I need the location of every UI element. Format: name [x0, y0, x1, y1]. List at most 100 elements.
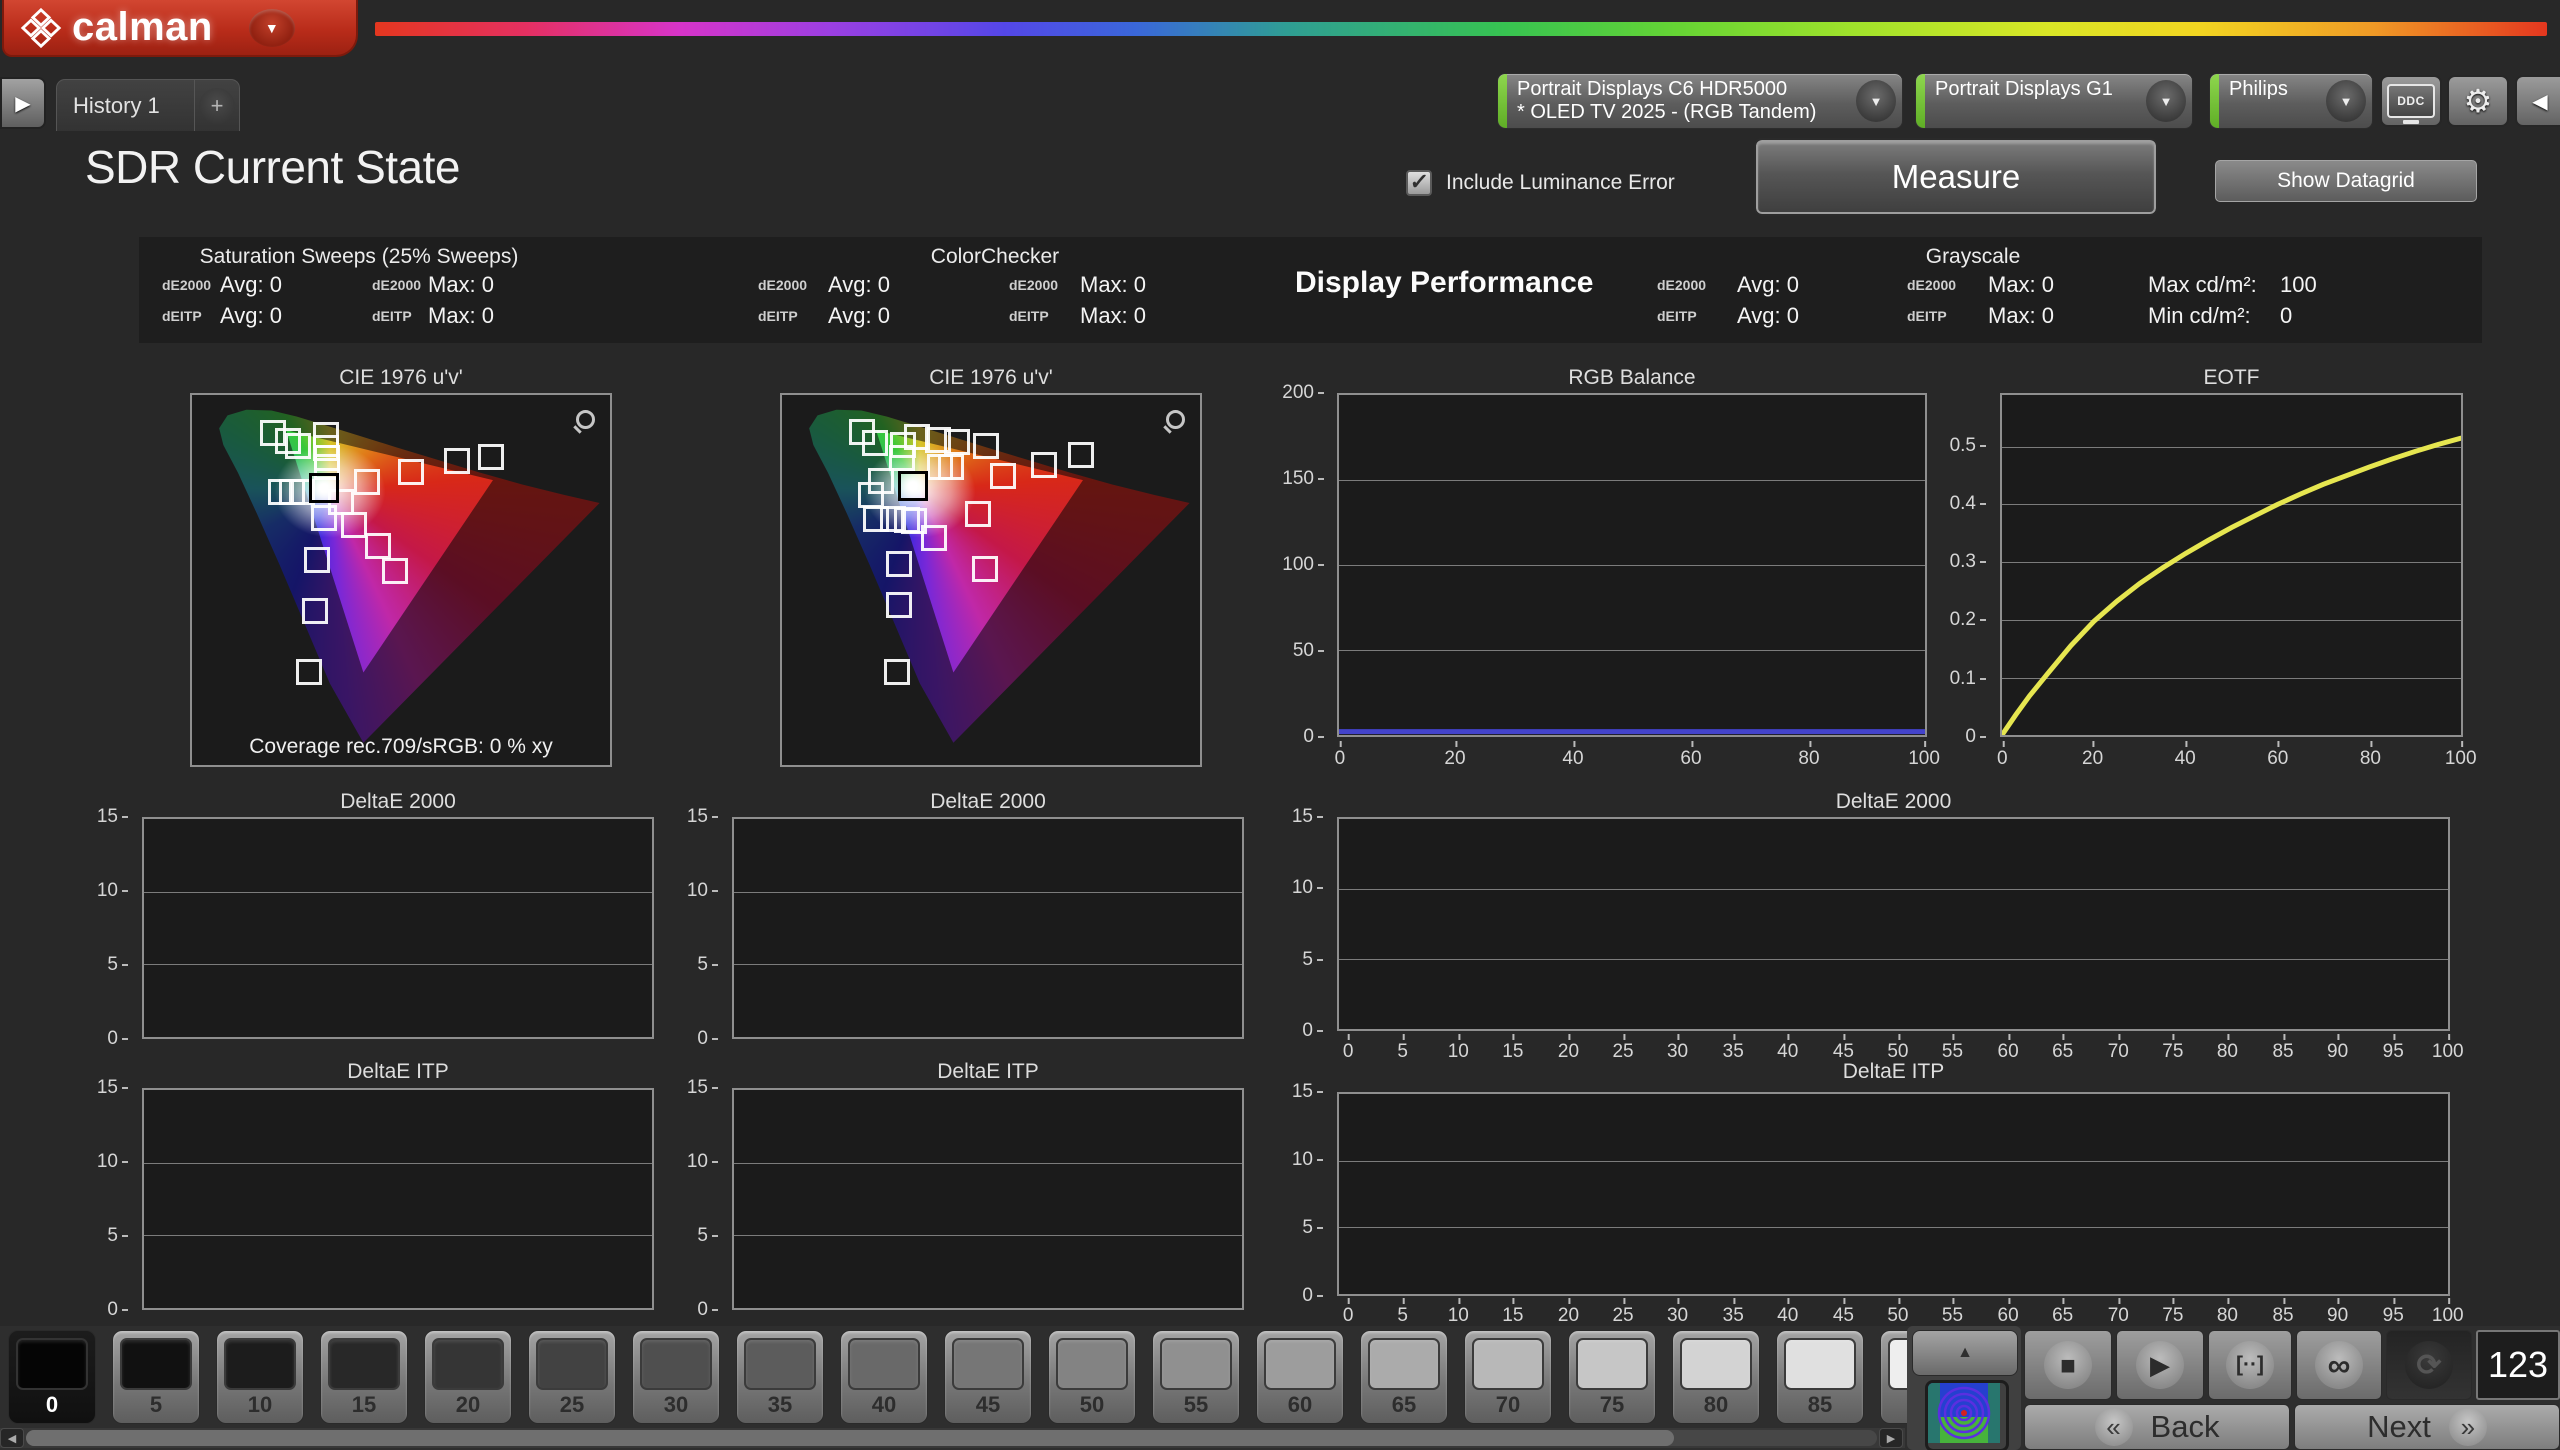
color-target-marker: [921, 525, 947, 551]
step-label: 75: [1569, 1392, 1655, 1418]
pattern-step-button[interactable]: 10: [216, 1330, 304, 1424]
source-dropdown[interactable]: Portrait Displays G1 ▼: [1915, 73, 2193, 129]
de2000-wide-yaxis: 151050: [1275, 817, 1331, 1031]
infinity-icon: ∞: [2328, 1347, 2351, 1384]
step-swatch: [1368, 1338, 1440, 1390]
device-connected-indicator: [2210, 74, 2219, 128]
de2000-wide-plot: [1337, 817, 2450, 1031]
include-luminance-checkbox[interactable]: ✓: [1406, 170, 1432, 196]
pattern-window-thumbnail[interactable]: [1925, 1380, 2009, 1450]
color-target-marker: [884, 659, 910, 685]
colorchecker-stats: dE2000Avg: 0 dE2000Max: 0 dEITPAvg: 0 dE…: [758, 271, 1230, 329]
color-target-marker: [398, 459, 424, 485]
scroll-right-button[interactable]: ▶: [1879, 1428, 1903, 1448]
nav-forward-button[interactable]: ▶: [0, 77, 46, 129]
eotf-plot: [2000, 393, 2463, 737]
scrollbar-thumb[interactable]: [26, 1430, 1674, 1446]
ddc-button[interactable]: DDC: [2380, 75, 2442, 127]
chevron-down-icon: ▼: [1870, 94, 1883, 109]
cie-chart-1: Coverage rec.709/sRGB: 0 % xy: [190, 393, 612, 767]
arrow-left-icon: ◀: [8, 1432, 16, 1445]
collapse-panel-button[interactable]: ◀: [2515, 75, 2560, 127]
step-swatch: [1784, 1338, 1856, 1390]
source-dropdown-arrow[interactable]: ▼: [2146, 80, 2186, 122]
pattern-step-button[interactable]: 55: [1152, 1330, 1240, 1424]
step-label: 60: [1257, 1392, 1343, 1418]
pattern-step-button[interactable]: 70: [1464, 1330, 1552, 1424]
color-target-marker: [302, 598, 328, 624]
white-point-marker: [309, 473, 339, 503]
continuous-measure-button[interactable]: ∞: [2296, 1330, 2382, 1400]
chevron-down-icon: ▼: [2340, 94, 2353, 109]
pattern-step-button[interactable]: 50: [1048, 1330, 1136, 1424]
device-dropdown[interactable]: Philips ▼: [2209, 73, 2373, 129]
pattern-step-button[interactable]: 0: [8, 1330, 96, 1424]
rgb-balance-title: RGB Balance: [1337, 366, 1927, 390]
pattern-step-button[interactable]: 80: [1672, 1330, 1760, 1424]
show-datagrid-button[interactable]: Show Datagrid: [2215, 160, 2477, 202]
add-tab-button[interactable]: +: [195, 84, 239, 128]
eotf-xaxis: 020406080100: [2000, 742, 2463, 772]
deitp-a-title: DeltaE ITP: [142, 1060, 654, 1084]
de2000-a-plot: [142, 817, 654, 1039]
stop-button[interactable]: ■: [2024, 1330, 2112, 1400]
arrow-right-icon: ▶: [15, 91, 30, 116]
pattern-step-button[interactable]: 15: [320, 1330, 408, 1424]
scroll-left-button[interactable]: ◀: [0, 1428, 24, 1448]
display-performance-title: Display Performance: [1295, 266, 1593, 300]
step-swatch: [1680, 1338, 1752, 1390]
tab-history[interactable]: History 1 +: [56, 79, 240, 131]
pattern-step-button[interactable]: 25: [528, 1330, 616, 1424]
zoom-chart-icon[interactable]: [572, 409, 596, 433]
meter-dropdown-arrow[interactable]: ▼: [1856, 80, 1896, 122]
pattern-step-button[interactable]: 75: [1568, 1330, 1656, 1424]
step-swatch: [1056, 1338, 1128, 1390]
step-swatch: [432, 1338, 504, 1390]
pattern-step-button[interactable]: 85: [1776, 1330, 1864, 1424]
pattern-step-button[interactable]: 40: [840, 1330, 928, 1424]
deitp-b-yaxis: 151050: [670, 1088, 726, 1310]
step-label: 10: [217, 1392, 303, 1418]
deitp-wide-title: DeltaE ITP: [1337, 1060, 2450, 1084]
meter-dropdown[interactable]: Portrait Displays C6 HDR5000 * OLED TV 2…: [1497, 73, 1903, 129]
refresh-button[interactable]: ⟳: [2386, 1330, 2472, 1400]
deitp-wide-xaxis: 0510152025303540455055606570758085909510…: [1337, 1299, 2450, 1329]
pattern-step-button[interactable]: 65: [1360, 1330, 1448, 1424]
cie-chart-1-title: CIE 1976 u'v': [190, 366, 612, 390]
main-menu-chevron[interactable]: ▼: [249, 9, 295, 47]
settings-button[interactable]: ⚙: [2447, 75, 2509, 127]
pattern-step-button[interactable]: 5: [112, 1330, 200, 1424]
pattern-step-button[interactable]: 45: [944, 1330, 1032, 1424]
color-target-marker: [886, 592, 912, 618]
saturation-sweeps-title: Saturation Sweeps (25% Sweeps): [139, 245, 579, 269]
pattern-scrollbar[interactable]: ◀ ▶: [0, 1428, 1905, 1448]
step-label: 35: [737, 1392, 823, 1418]
step-label: 5: [113, 1392, 199, 1418]
measure-button[interactable]: Measure: [1756, 140, 2156, 214]
play-button[interactable]: ▶: [2116, 1330, 2204, 1400]
color-target-marker: [1031, 452, 1057, 478]
pattern-step-button[interactable]: 60: [1256, 1330, 1344, 1424]
back-button[interactable]: « Back: [2024, 1404, 2290, 1450]
device-dropdown-arrow[interactable]: ▼: [2326, 80, 2366, 122]
rgb-balance-yaxis: 200150100500: [1262, 393, 1332, 737]
step-label: 80: [1673, 1392, 1759, 1418]
deitp-wide-plot: [1337, 1092, 2450, 1296]
calman-menu-button[interactable]: calman ▼: [2, 0, 358, 57]
zoom-chart-icon[interactable]: [1162, 409, 1186, 433]
pattern-step-button[interactable]: 30: [632, 1330, 720, 1424]
color-target-marker: [990, 463, 1016, 489]
meter-dropdown-label: Portrait Displays C6 HDR5000 * OLED TV 2…: [1507, 74, 1856, 128]
de2000-wide-title: DeltaE 2000: [1337, 790, 2450, 814]
arrow-right-icon: ▶: [1887, 1432, 1895, 1445]
pattern-step-button[interactable]: 35: [736, 1330, 824, 1424]
pattern-step-button[interactable]: 20: [424, 1330, 512, 1424]
step-label: 55: [1153, 1392, 1239, 1418]
color-target-marker: [296, 659, 322, 685]
expand-pattern-panel-button[interactable]: ▲: [1912, 1330, 2018, 1376]
next-label: Next: [2367, 1409, 2431, 1445]
color-target-marker: [285, 433, 311, 459]
next-button[interactable]: Next »: [2294, 1404, 2560, 1450]
color-target-marker: [365, 533, 391, 559]
loop-range-button[interactable]: [··]: [2208, 1330, 2292, 1400]
